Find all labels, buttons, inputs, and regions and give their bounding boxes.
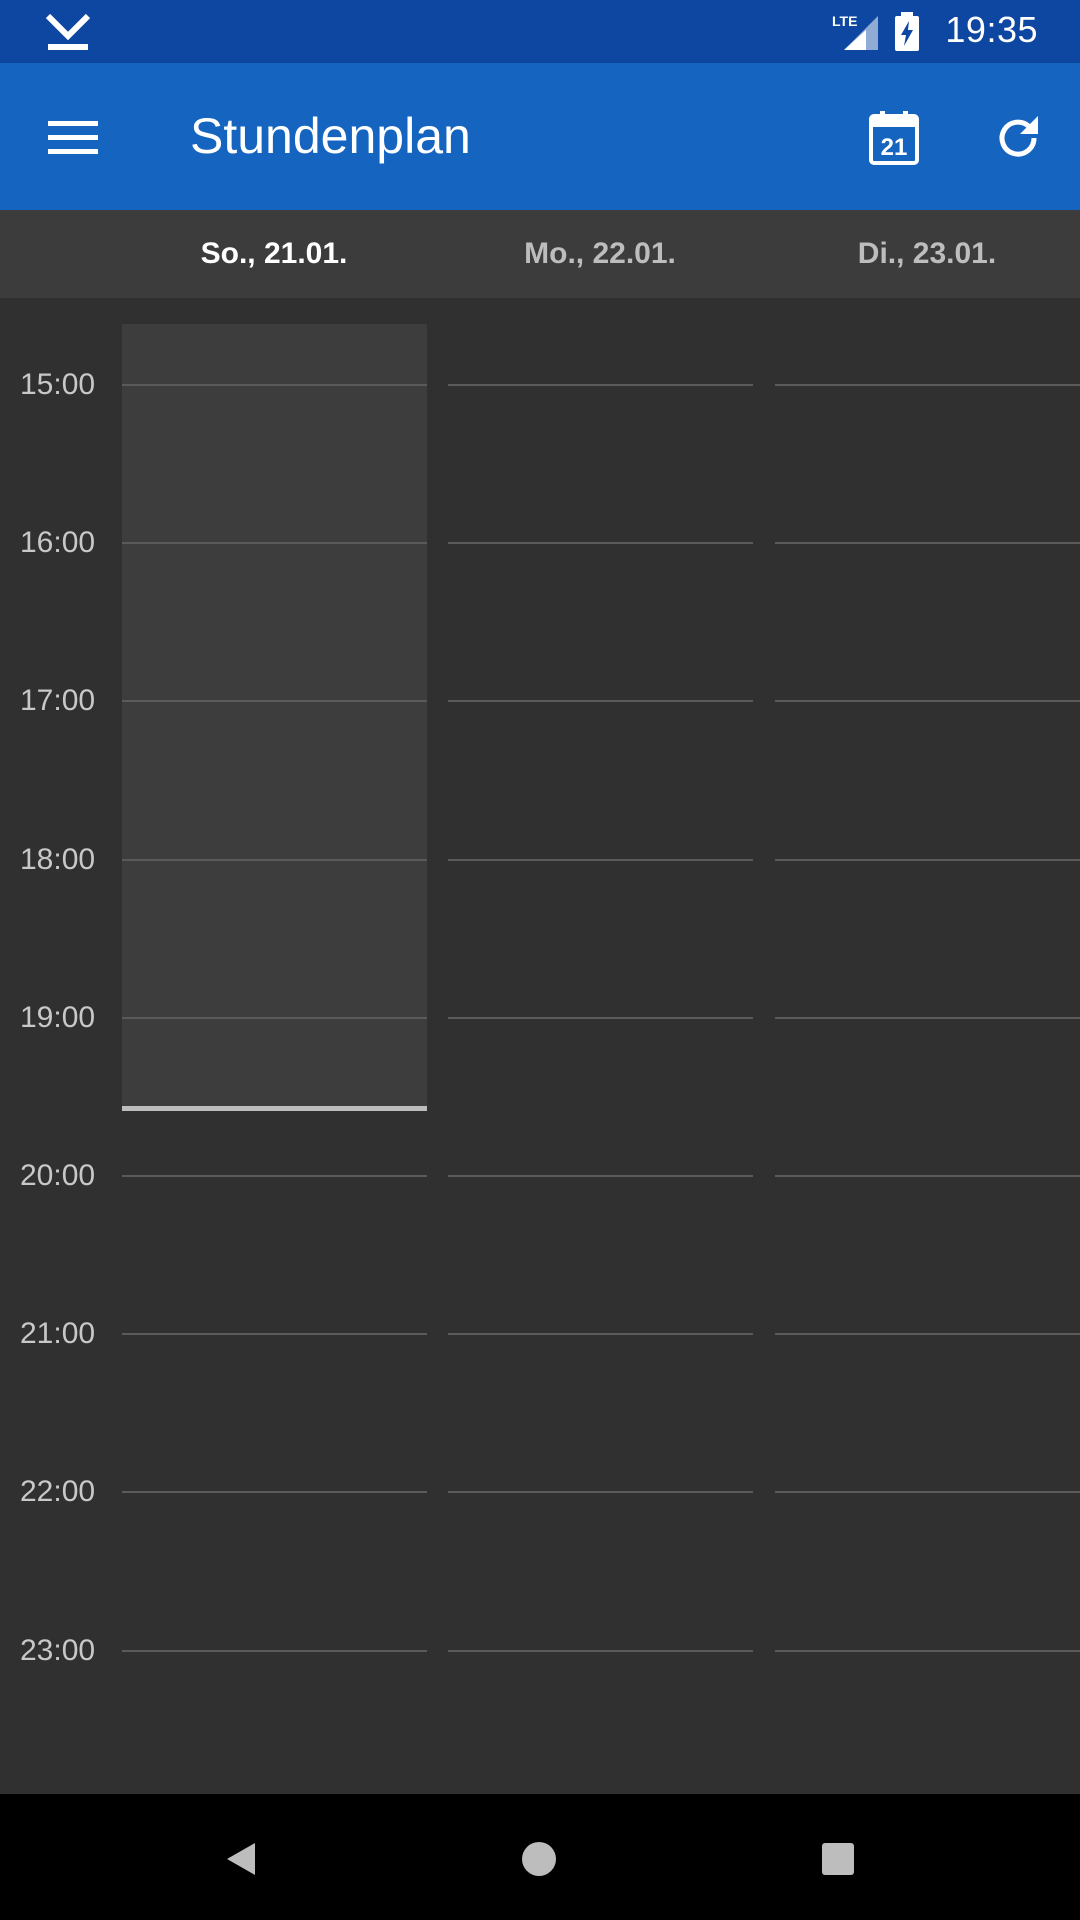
calendar-icon: 21: [869, 111, 919, 165]
timetable-grid[interactable]: 15:00 16:00 17:00 18:00 19:00 20:00 21:0…: [0, 298, 1080, 1794]
svg-text:LTE: LTE: [832, 13, 857, 29]
status-bar: LTE 19:35: [0, 0, 1080, 63]
hour-line: [122, 1650, 427, 1652]
hour-line: [448, 1175, 753, 1177]
hour-line: [448, 1491, 753, 1493]
hour-line: [775, 700, 1080, 702]
menu-button[interactable]: [30, 98, 116, 178]
time-label: 16:00: [20, 526, 96, 559]
hour-line: [122, 1333, 427, 1335]
hour-line: [775, 859, 1080, 861]
hour-line: [122, 1175, 427, 1177]
time-label: 19:00: [20, 1001, 96, 1034]
refresh-icon: [999, 116, 1038, 157]
calendar-button[interactable]: 21: [854, 98, 934, 178]
hour-line: [122, 1017, 427, 1019]
hour-line: [775, 1017, 1080, 1019]
hour-line: [448, 1333, 753, 1335]
refresh-button[interactable]: [978, 98, 1058, 178]
hour-line: [448, 542, 753, 544]
page-title: Stundenplan: [190, 108, 471, 164]
time-label: 21:00: [20, 1317, 96, 1350]
hour-line: [775, 1491, 1080, 1493]
hour-line: [448, 700, 753, 702]
current-time-indicator: [122, 1106, 427, 1111]
back-button[interactable]: [206, 1824, 276, 1894]
recents-button[interactable]: [803, 1824, 873, 1894]
time-label: 17:00: [20, 684, 96, 717]
time-label: 18:00: [20, 843, 96, 876]
hour-line: [122, 859, 427, 861]
time-label: 20:00: [20, 1159, 96, 1192]
download-complete-icon: [45, 13, 91, 50]
hour-line: [775, 384, 1080, 386]
hour-line: [775, 542, 1080, 544]
battery-charging-icon: [895, 12, 919, 51]
day-label-tuesday[interactable]: Di., 23.01.: [775, 210, 1079, 298]
hour-line: [775, 1333, 1080, 1335]
day-header: So., 21.01. Mo., 22.01. Di., 23.01.: [0, 210, 1080, 298]
hour-line: [122, 542, 427, 544]
home-button[interactable]: [504, 1824, 574, 1894]
hour-line: [448, 859, 753, 861]
home-icon: [522, 1842, 556, 1876]
hour-line: [775, 1175, 1080, 1177]
hour-line: [122, 384, 427, 386]
recents-icon: [822, 1843, 854, 1875]
today-column-highlight: [122, 324, 427, 1111]
hour-line: [448, 1650, 753, 1652]
hour-line: [122, 700, 427, 702]
menu-icon: [48, 121, 98, 154]
hour-line: [448, 1017, 753, 1019]
hour-line: [122, 1491, 427, 1493]
day-label-sunday[interactable]: So., 21.01.: [122, 210, 426, 298]
time-label: 15:00: [20, 368, 96, 401]
hour-line: [775, 1650, 1080, 1652]
navigation-bar: [0, 1794, 1080, 1920]
status-time: 19:35: [945, 9, 1038, 50]
signal-icon: LTE: [832, 13, 878, 50]
svg-text:21: 21: [881, 134, 908, 161]
day-label-monday[interactable]: Mo., 22.01.: [448, 210, 752, 298]
app-bar: Stundenplan 21: [0, 63, 1080, 210]
hour-line: [448, 384, 753, 386]
back-icon: [227, 1843, 255, 1875]
time-label: 22:00: [20, 1475, 96, 1508]
time-label: 23:00: [20, 1634, 96, 1667]
